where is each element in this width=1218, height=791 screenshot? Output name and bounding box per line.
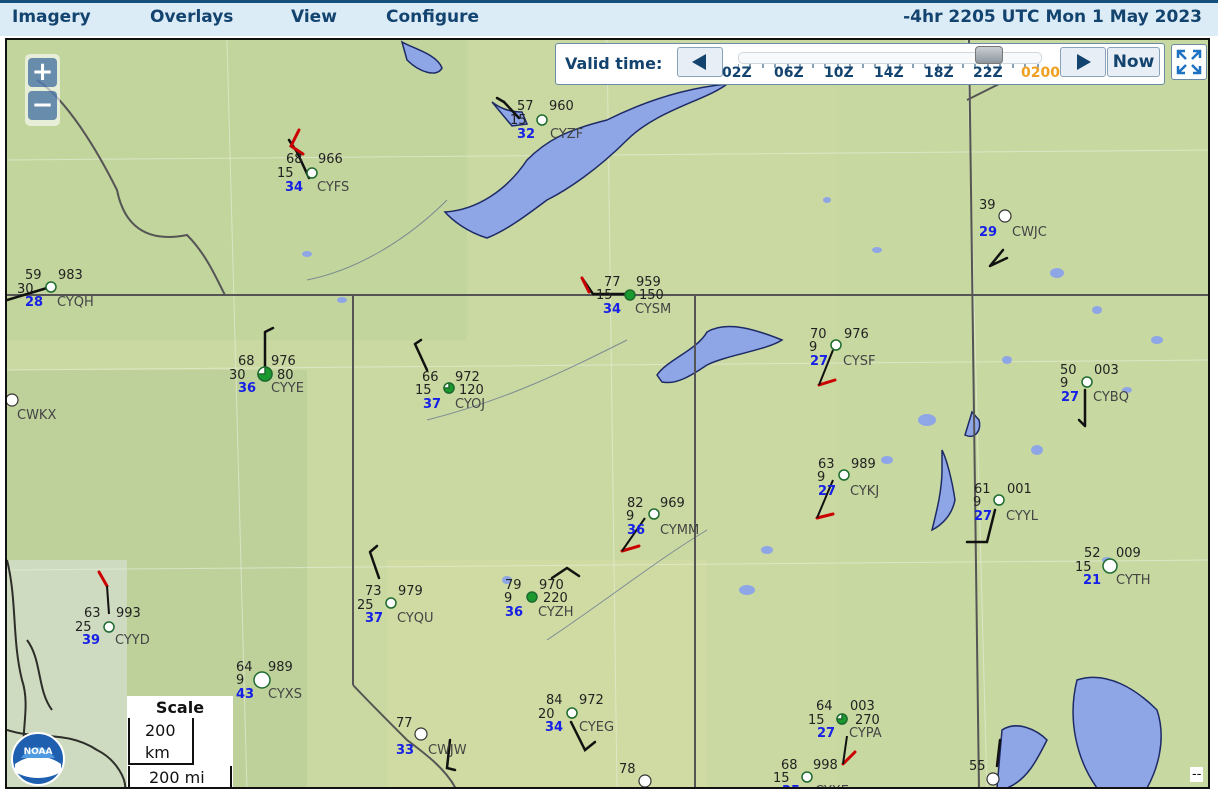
current-time-display: -4hr 2205 UTC Mon 1 May 2023 [903,7,1202,27]
menu-view[interactable]: View [291,7,337,27]
previous-time-button[interactable] [677,47,723,77]
tick-label-22z: 22Z [973,65,1003,81]
fullscreen-button[interactable] [1171,44,1207,80]
valid-time-panel: Valid time: 02Z 06Z 10Z 14Z 18Z 22Z 0200 [555,43,1165,85]
top-menu-bar: Imagery Overlays View Configure -4hr 220… [0,0,1218,36]
expand-icon [1176,49,1202,75]
zoom-control: + − [25,54,60,126]
basemap [7,40,1208,787]
scale-mi-label: 200 mi [149,768,205,787]
menu-configure[interactable]: Configure [386,7,479,27]
corner-status: -- [1190,767,1204,782]
tick-label-06z: 06Z [774,65,804,81]
menu-overlays[interactable]: Overlays [150,7,233,27]
map-view[interactable]: 57 960 15 32 CYZF 68 966 15 34 CYFS 39 2… [5,38,1210,789]
time-slider-thumb[interactable] [975,46,1003,64]
next-time-button[interactable] [1060,47,1106,77]
svg-text:NOAA: NOAA [24,747,53,757]
menu-imagery[interactable]: Imagery [12,7,91,27]
zoom-in-button[interactable]: + [28,58,57,87]
play-forward-icon [1077,54,1091,70]
tick-label-10z: 10Z [824,65,854,81]
tick-label-14z: 14Z [874,65,904,81]
tick-label-02z: 02Z [722,65,752,81]
valid-time-label: Valid time: [565,54,663,73]
zoom-out-button[interactable]: − [28,91,57,120]
now-button[interactable]: Now [1107,47,1160,77]
noaa-logo: NOAA [11,732,65,786]
map-scale: Scale 200 km 200 mi [127,696,233,787]
play-back-icon [692,54,706,70]
tick-label-18z: 18Z [924,65,954,81]
tick-label-0200: 0200 [1021,65,1060,81]
